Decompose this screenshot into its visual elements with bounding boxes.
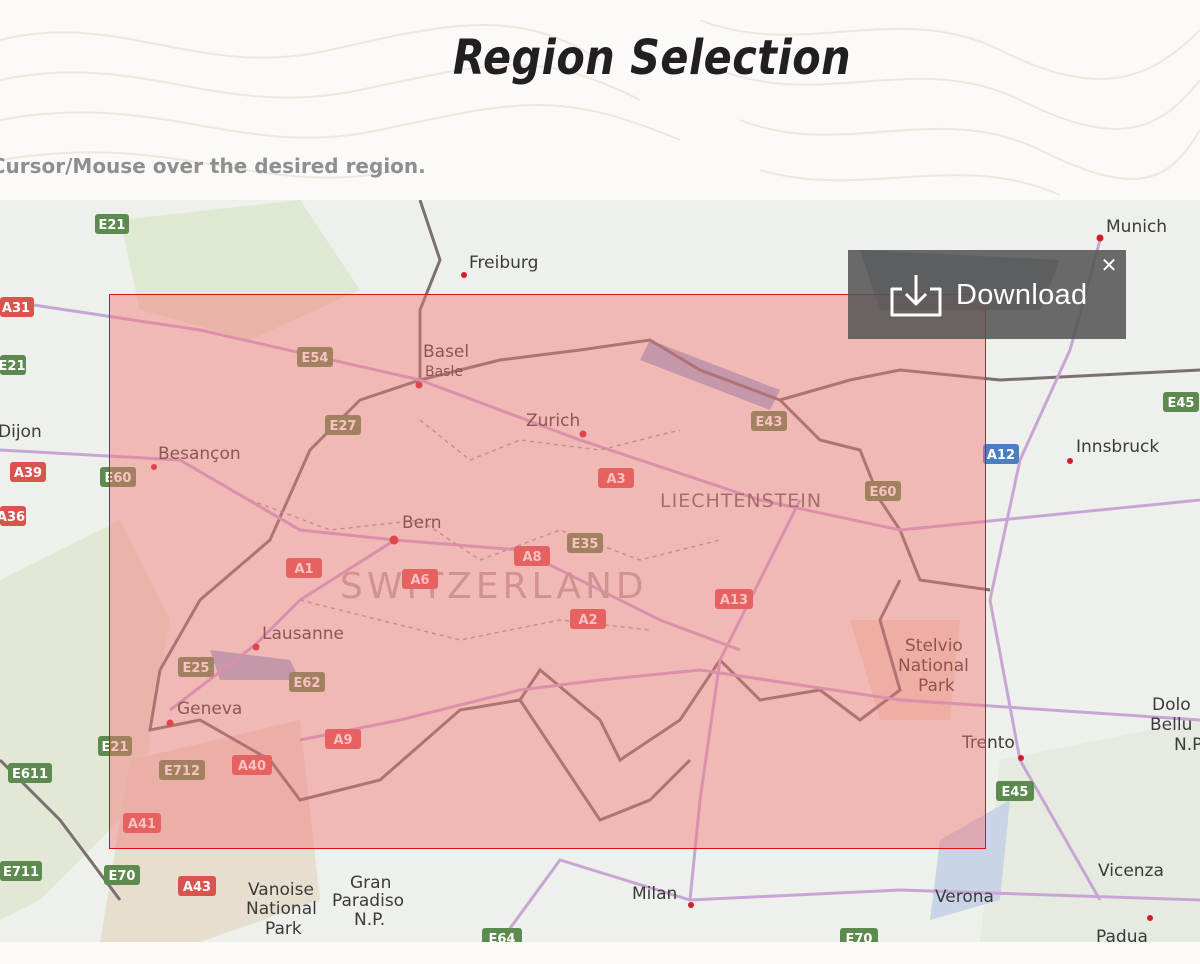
download-panel: Download ✕ [848,250,1126,339]
svg-text:A39: A39 [14,466,42,481]
svg-text:A43: A43 [183,880,211,895]
shield: E611 [8,763,52,783]
shield: E64 [482,928,522,942]
page-title: Region Selection [452,28,852,86]
svg-text:E711: E711 [3,865,39,880]
shield: A36 [0,506,26,526]
svg-text:E611: E611 [12,767,48,782]
shield: A12 [983,444,1019,464]
svg-text:A31: A31 [2,301,30,316]
shield: E45 [1163,392,1199,412]
svg-text:E21: E21 [0,359,25,374]
shield: E21 [95,214,129,234]
download-icon [890,275,942,317]
shield: E21 [0,355,26,375]
svg-text:E45: E45 [1168,396,1195,411]
selected-region-rectangle[interactable] [109,294,986,849]
shield: E45 [996,781,1034,801]
svg-text:A12: A12 [987,448,1015,463]
svg-text:E45: E45 [1002,785,1029,800]
svg-text:E21: E21 [99,218,126,233]
svg-text:A36: A36 [0,510,25,525]
download-label: Download [956,278,1088,311]
svg-text:E64: E64 [489,932,516,942]
close-icon[interactable]: ✕ [1098,254,1120,276]
shield: E70 [840,928,878,942]
shield: E70 [104,865,140,885]
download-button[interactable]: Download [888,272,1087,318]
shield: A39 [10,462,46,482]
svg-text:E70: E70 [109,869,136,884]
page-footer-strip [0,942,1200,964]
svg-text:E70: E70 [846,932,873,942]
instruction-text: r Cursor/Mouse over the desired region. [0,154,426,178]
shield: A31 [0,297,34,317]
shield: A43 [178,876,216,896]
shield: E711 [0,861,42,881]
